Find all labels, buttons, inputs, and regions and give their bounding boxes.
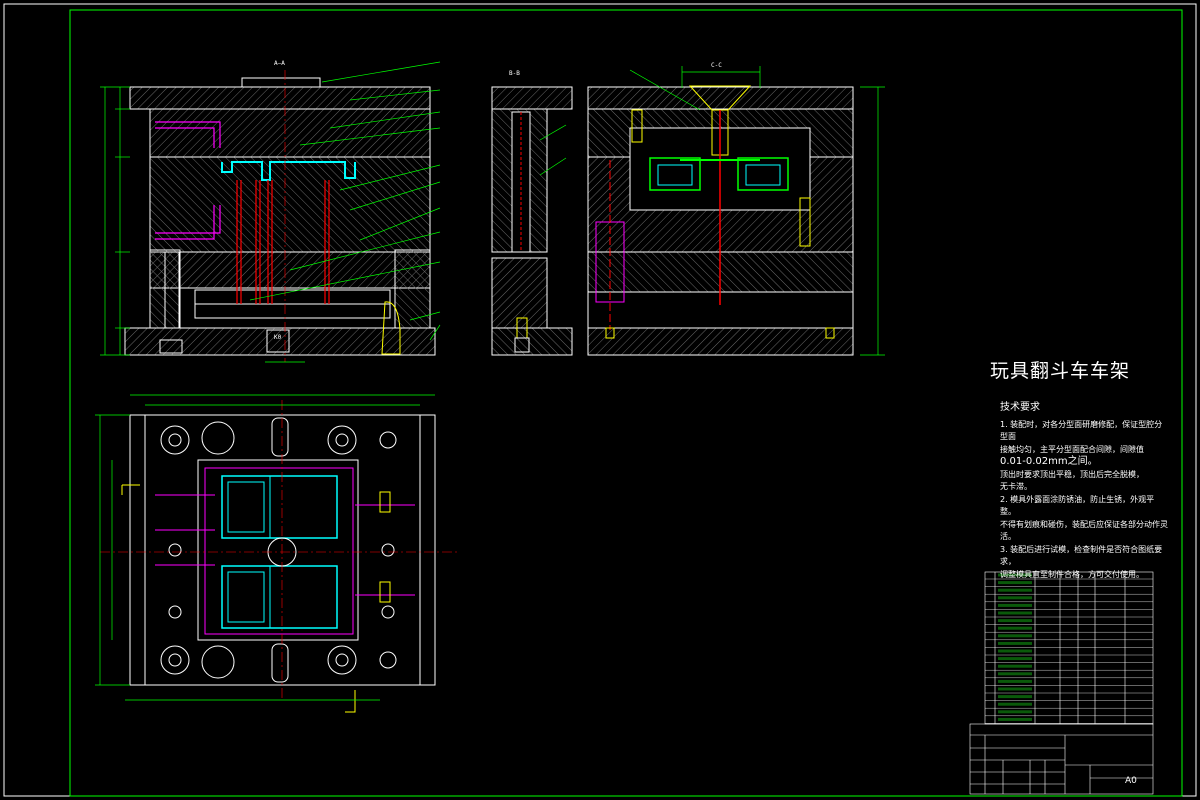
parts-list-cell: [998, 626, 1032, 630]
tech-line: 顶出时要求顶出平稳，顶出后完全脱模，: [1000, 469, 1144, 479]
tech-line: 接触均匀，主平分型面配合间隙，间隙值: [1000, 444, 1144, 454]
parts-list-cell: [998, 687, 1032, 691]
parts-list-table: [984, 571, 1154, 725]
parts-list-cell: [998, 657, 1032, 661]
parts-list-cell: [998, 695, 1032, 699]
parts-list-cell: [998, 702, 1032, 706]
parts-list-cell: [998, 603, 1032, 607]
parts-list-cell: [998, 588, 1032, 592]
parts-list-cell: [998, 581, 1032, 585]
base-size-label: K0: [274, 334, 282, 341]
tech-line: 3. 装配后进行试模，检查制件是否符合图纸要求，: [1000, 544, 1163, 567]
mold-assembly-drawing: [3, 3, 1197, 797]
parts-list-cell: [998, 619, 1032, 623]
parts-list-cell: [998, 664, 1032, 668]
section-a-a-view: [100, 61, 441, 363]
tech-requirements-heading: 技术要求: [1000, 402, 1040, 413]
parts-list-cell: [998, 717, 1032, 721]
sheet-size-label: A0: [1125, 776, 1137, 786]
parts-list-cell: [998, 649, 1032, 653]
section-label-c: C-C: [711, 62, 722, 69]
drawing-title: 玩具翻斗车车架: [990, 360, 1131, 382]
tech-line: 不得有划痕和碰伤，装配后应保证各部分动作灵活。: [1000, 519, 1168, 542]
tech-requirements: 技术要求 1. 装配时，对各分型面研磨修配，保证型腔分型面 接触均匀，主平分型面…: [1000, 402, 1170, 581]
section-b-b-view: [491, 86, 573, 356]
parts-list-cell: [998, 679, 1032, 683]
tech-line: 无卡滞。: [1000, 482, 1032, 491]
section-label-a: A—A: [274, 60, 285, 67]
plan-view: [95, 394, 460, 713]
parts-list-cell: [998, 641, 1032, 645]
parts-list-cell: [998, 611, 1032, 615]
parts-list-cell: [998, 634, 1032, 638]
parts-list-cell: [998, 710, 1032, 714]
parts-list-cell: [998, 672, 1032, 676]
section-c-c-view: [587, 66, 885, 356]
tech-line: 0.01-0.02mm之间。: [1000, 456, 1098, 467]
tech-line: 1. 装配时，对各分型面研磨修配，保证型腔分型面: [1000, 419, 1163, 442]
section-label-b: B-B: [509, 70, 520, 77]
parts-list-cell: [998, 596, 1032, 600]
tech-line: 2. 模具外露面涂防锈油，防止生锈，外观平整。: [1000, 494, 1155, 517]
tech-line: 调整模具直至制件合格，方可交付使用。: [1000, 569, 1144, 579]
